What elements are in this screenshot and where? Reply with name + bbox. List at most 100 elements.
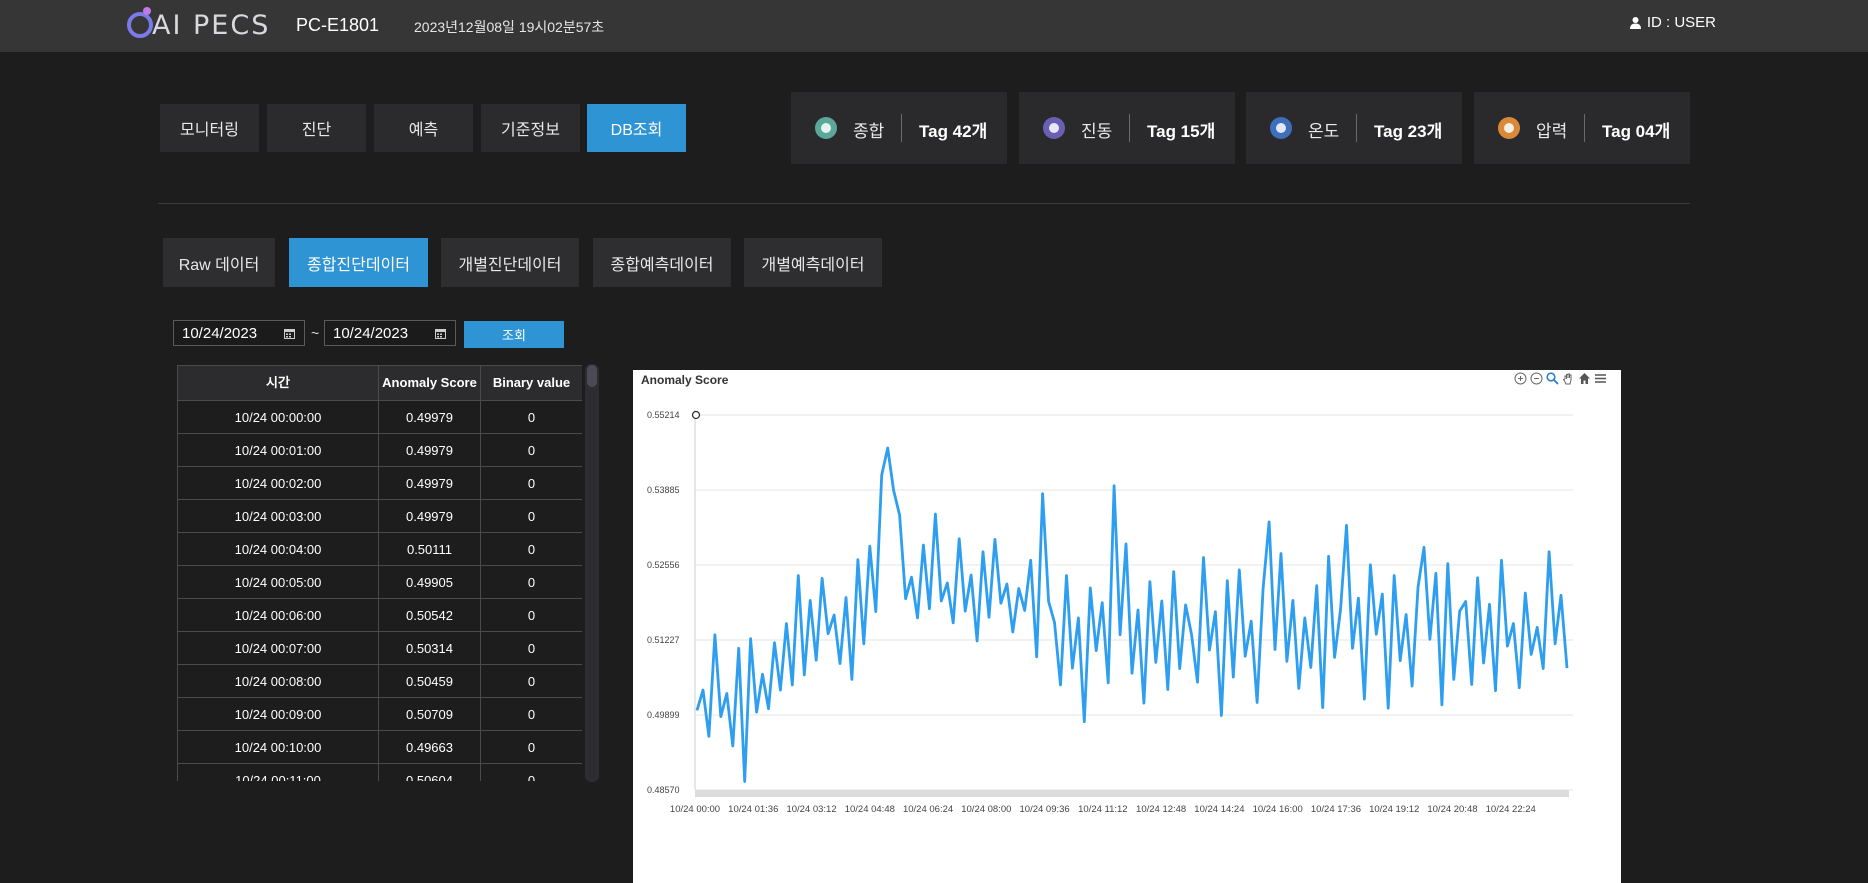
cell-time: 10/24 00:09:00: [177, 697, 379, 731]
cell-anomaly-score: 0.50459: [378, 664, 481, 698]
series-line-anomaly-score[interactable]: [695, 446, 1569, 783]
subtab-overall-diagnosis[interactable]: 종합진단데이터: [289, 238, 428, 287]
tag-card-value: Tag 04개: [1602, 122, 1671, 141]
y-tick-label: 0.53885: [647, 485, 680, 495]
table-row[interactable]: 10/24 00:11:00 0.50604 0: [177, 763, 582, 781]
x-tick-label: 10/24 12:48: [1136, 804, 1186, 815]
x-tick-label: 10/24 14:24: [1194, 804, 1244, 815]
subtab-raw-data[interactable]: Raw 데이터: [163, 238, 275, 287]
y-tick-label: 0.48570: [647, 785, 680, 795]
vibration-icon: [1043, 117, 1065, 139]
search-button[interactable]: 조회: [464, 321, 564, 348]
data-table: 시간 Anomaly Score Binary value 10/24 00:0…: [177, 365, 582, 781]
pressure-gauge-icon: [1498, 117, 1520, 139]
table-row[interactable]: 10/24 00:05:00 0.49905 0: [177, 565, 582, 599]
cell-binary-value: 0: [480, 664, 582, 698]
date-range-separator: ~: [311, 325, 320, 341]
start-date-value: 10/24/2023: [182, 324, 258, 342]
start-date-input[interactable]: 10/24/2023: [173, 320, 305, 346]
cell-anomaly-score: 0.50604: [378, 763, 481, 781]
cell-binary-value: 0: [480, 565, 582, 599]
subtab-individual-diagnosis[interactable]: 개별진단데이터: [441, 238, 579, 287]
table-scrollbar[interactable]: [585, 364, 599, 782]
table-row[interactable]: 10/24 00:01:00 0.49979 0: [177, 433, 582, 467]
cell-time: 10/24 00:06:00: [177, 598, 379, 632]
tag-card-label: 종합: [853, 122, 885, 141]
line-chart[interactable]: 0.48570 0.49899 0.51227 0.52556 0.53885 0.552…: [633, 370, 1621, 883]
cell-binary-value: 0: [480, 631, 582, 665]
cell-anomaly-score: 0.49979: [378, 499, 481, 533]
tag-card-vibration[interactable]: 진동 Tag 15개: [1019, 92, 1235, 164]
cell-time: 10/24 00:04:00: [177, 532, 379, 566]
brand-name: AI PECS: [152, 10, 271, 41]
tag-card-pressure[interactable]: 압력 Tag 04개: [1474, 92, 1690, 164]
column-header-anomaly-score: Anomaly Score: [378, 365, 481, 401]
cell-binary-value: 0: [480, 763, 582, 781]
tab-diagnosis[interactable]: 진단: [267, 104, 366, 152]
calendar-icon[interactable]: [435, 328, 446, 339]
cell-anomaly-score: 0.50111: [378, 532, 481, 566]
end-date-value: 10/24/2023: [333, 324, 409, 342]
tab-reference-info[interactable]: 기준정보: [481, 104, 580, 152]
cell-anomaly-score: 0.50709: [378, 697, 481, 731]
top-bar: AI PECS PC-E1801 2023년12월08일 19시02분57초 I…: [0, 0, 1868, 52]
table-row[interactable]: 10/24 00:00:00 0.49979 0: [177, 400, 582, 434]
cell-binary-value: 0: [480, 730, 582, 764]
cell-binary-value: 0: [480, 400, 582, 434]
cell-binary-value: 0: [480, 466, 582, 500]
cell-binary-value: 0: [480, 499, 582, 533]
tag-card-value: Tag 42개: [919, 122, 988, 141]
section-divider: [158, 203, 1690, 204]
cell-binary-value: 0: [480, 433, 582, 467]
table-row[interactable]: 10/24 00:10:00 0.49663 0: [177, 730, 582, 764]
x-tick-label: 10/24 03:12: [786, 804, 836, 815]
calendar-icon[interactable]: [284, 328, 295, 339]
current-datetime: 2023년12월08일 19시02분57초: [414, 19, 605, 35]
card-separator: [1129, 114, 1130, 142]
table-row[interactable]: 10/24 00:08:00 0.50459 0: [177, 664, 582, 698]
x-tick-label: 10/24 00:00: [670, 804, 720, 815]
x-tick-label: 10/24 22:24: [1486, 804, 1536, 815]
x-tick-label: 10/24 06:24: [903, 804, 953, 815]
card-separator: [901, 114, 902, 142]
cell-anomaly-score: 0.49979: [378, 400, 481, 434]
table-row[interactable]: 10/24 00:06:00 0.50542 0: [177, 598, 582, 632]
x-tick-label: 10/24 20:48: [1427, 804, 1477, 815]
tab-db-query[interactable]: DB조회: [587, 104, 686, 152]
end-date-input[interactable]: 10/24/2023: [324, 320, 456, 346]
subtab-overall-prediction[interactable]: 종합예측데이터: [593, 238, 731, 287]
user-info[interactable]: ID : USER: [1629, 14, 1716, 31]
thermometer-icon: [1270, 117, 1292, 139]
cell-anomaly-score: 0.49663: [378, 730, 481, 764]
cell-binary-value: 0: [480, 532, 582, 566]
table-row[interactable]: 10/24 00:09:00 0.50709 0: [177, 697, 582, 731]
tag-card-label: 진동: [1081, 122, 1113, 141]
table-row[interactable]: 10/24 00:02:00 0.49979 0: [177, 466, 582, 500]
subtab-individual-prediction[interactable]: 개별예측데이터: [744, 238, 882, 287]
x-tick-label: 10/24 11:12: [1078, 804, 1127, 815]
table-row[interactable]: 10/24 00:04:00 0.50111 0: [177, 532, 582, 566]
tag-card-label: 압력: [1536, 122, 1568, 141]
anomaly-chart-panel: Anomaly Score 0.48570 0.49899 0.51227 0.525…: [633, 370, 1621, 883]
y-tick-label: 0.49899: [647, 710, 680, 720]
tab-monitoring[interactable]: 모니터링: [160, 104, 259, 152]
tag-card-temperature[interactable]: 온도 Tag 23개: [1246, 92, 1462, 164]
tag-card-total[interactable]: 종합 Tag 42개: [791, 92, 1007, 164]
x-tick-label: 10/24 08:00: [961, 804, 1011, 815]
cell-time: 10/24 00:05:00: [177, 565, 379, 599]
y-tick-label: 0.55214: [647, 410, 680, 420]
tag-card-value: Tag 23개: [1374, 122, 1443, 141]
cell-time: 10/24 00:11:00: [177, 763, 379, 781]
cell-anomaly-score: 0.49979: [378, 433, 481, 467]
data-table-container: 시간 Anomaly Score Binary value 10/24 00:0…: [177, 365, 582, 781]
table-scrollbar-thumb[interactable]: [587, 365, 597, 387]
cell-binary-value: 0: [480, 697, 582, 731]
tab-prediction[interactable]: 예측: [374, 104, 473, 152]
table-row[interactable]: 10/24 00:07:00 0.50314 0: [177, 631, 582, 665]
cell-anomaly-score: 0.50314: [378, 631, 481, 665]
x-tick-label: 10/24 09:36: [1020, 804, 1070, 815]
cell-time: 10/24 00:08:00: [177, 664, 379, 698]
cell-time: 10/24 00:01:00: [177, 433, 379, 467]
x-tick-label: 10/24 17:36: [1311, 804, 1361, 815]
table-row[interactable]: 10/24 00:03:00 0.49979 0: [177, 499, 582, 533]
